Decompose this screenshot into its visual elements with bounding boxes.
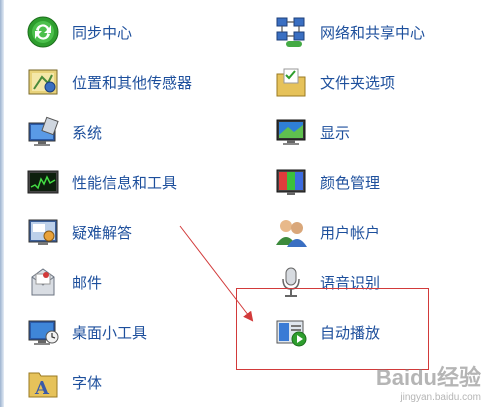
svg-text:A: A	[34, 378, 50, 399]
item-label: 位置和其他传感器	[72, 73, 193, 92]
troubleshooting-icon	[26, 215, 60, 249]
item-label: 桌面小工具	[72, 323, 148, 342]
item-system[interactable]: 系统	[26, 112, 102, 152]
network-sharing-icon	[274, 15, 308, 49]
item-folder-options[interactable]: 文件夹选项	[274, 62, 395, 102]
item-label: 疑难解答	[72, 223, 133, 242]
folder-options-icon	[274, 65, 308, 99]
sync-center-icon	[26, 15, 60, 49]
item-label: 性能信息和工具	[72, 173, 178, 192]
item-label: 同步中心	[72, 23, 133, 42]
item-display[interactable]: 显示	[274, 112, 350, 152]
item-performance[interactable]: 性能信息和工具	[26, 162, 177, 202]
item-mail[interactable]: 邮件	[26, 262, 102, 302]
item-label: 系统	[72, 123, 103, 142]
fonts-icon: A	[26, 365, 60, 399]
watermark: Baidu经验 jingyan.baidu.com	[376, 360, 481, 403]
watermark-url: jingyan.baidu.com	[400, 392, 481, 403]
item-label: 显示	[320, 123, 351, 142]
performance-icon	[26, 165, 60, 199]
mail-icon	[26, 265, 60, 299]
item-network-sharing[interactable]: 网络和共享中心	[274, 12, 425, 52]
item-sync-center[interactable]: 同步中心	[26, 12, 132, 52]
item-user-accounts[interactable]: 用户帐户	[274, 212, 380, 252]
display-icon	[274, 115, 308, 149]
system-icon	[26, 115, 60, 149]
item-label: 用户帐户	[320, 223, 381, 242]
color-management-icon	[274, 165, 308, 199]
item-label: 文件夹选项	[320, 73, 396, 92]
item-label: 字体	[72, 373, 103, 392]
item-label: 颜色管理	[320, 173, 381, 192]
item-troubleshooting[interactable]: 疑难解答	[26, 212, 132, 252]
user-accounts-icon	[274, 215, 308, 249]
item-desktop-gadgets[interactable]: 桌面小工具	[26, 312, 147, 352]
watermark-logo: Baidu经验	[375, 365, 481, 390]
item-color-management[interactable]: 颜色管理	[274, 162, 380, 202]
window-left-edge	[0, 0, 4, 407]
item-location-sensors[interactable]: 位置和其他传感器	[26, 62, 192, 102]
annotation-highlight-box	[236, 288, 429, 370]
desktop-gadgets-icon	[26, 315, 60, 349]
location-sensors-icon	[26, 65, 60, 99]
item-label: 网络和共享中心	[320, 23, 426, 42]
item-fonts[interactable]: A 字体	[26, 362, 102, 402]
item-label: 邮件	[72, 273, 103, 292]
